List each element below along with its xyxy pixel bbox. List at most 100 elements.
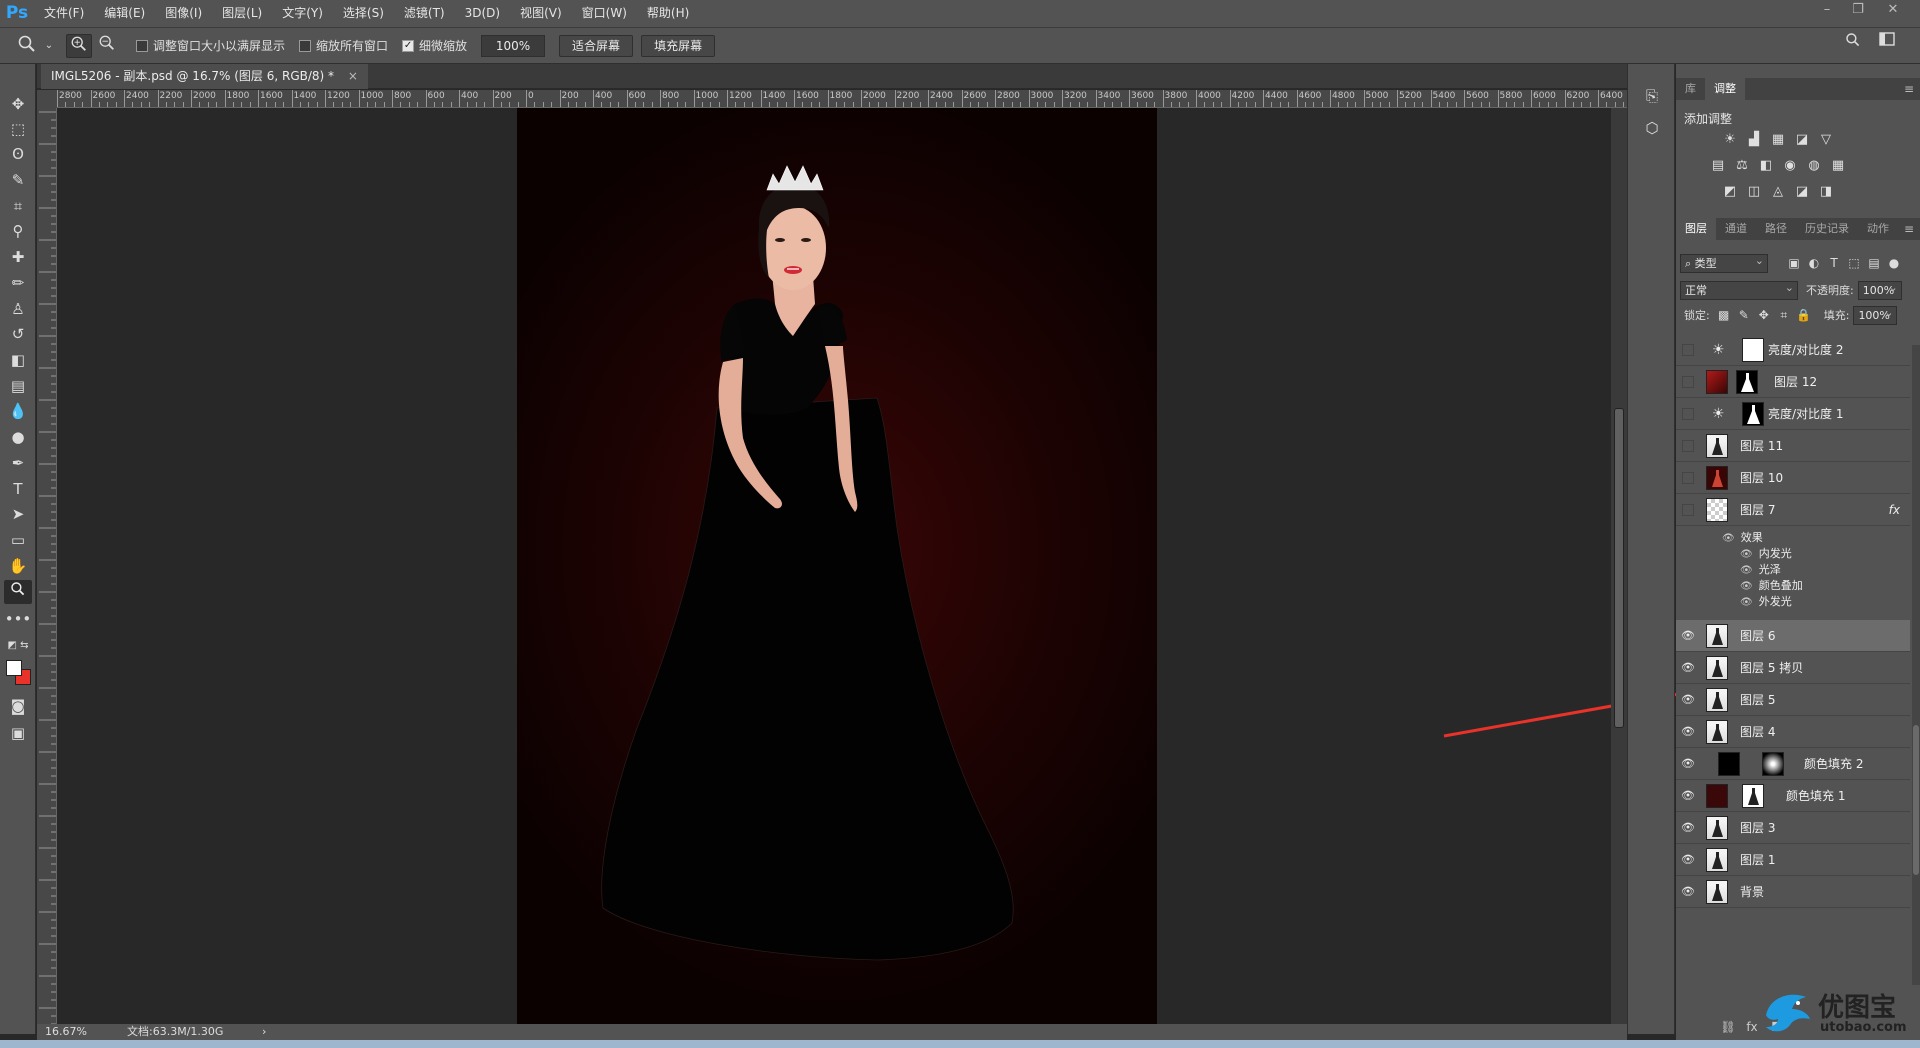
brightness-adjust-icon[interactable]: ☀ [1718, 130, 1742, 150]
brush-tool-icon[interactable]: ✏ [4, 271, 32, 295]
adjust-panel-menu-icon[interactable]: ≡ [1904, 78, 1914, 100]
layer-thumbnail[interactable] [1706, 880, 1728, 904]
layer-thumbnail[interactable] [1706, 498, 1728, 522]
zoom-out-icon[interactable] [94, 34, 120, 58]
visibility-eye-icon[interactable]: 👁 [1680, 884, 1696, 900]
layer-row[interactable]: 👁 图层 5 [1676, 684, 1910, 716]
tab-layers[interactable]: 图层 [1676, 218, 1716, 240]
layer-effects-fx-icon[interactable]: fx [1889, 494, 1900, 526]
visibility-eye-icon[interactable] [1682, 344, 1694, 356]
tab-libraries[interactable]: 库 [1676, 78, 1705, 100]
visibility-eye-icon[interactable]: 👁 [1680, 788, 1696, 804]
layer-mask-thumbnail[interactable] [1742, 338, 1764, 362]
restore-button[interactable]: ❐ [1843, 0, 1873, 22]
curves-adjust-icon[interactable]: ▦ [1766, 130, 1790, 150]
visibility-eye-icon[interactable]: 👁 [1680, 820, 1696, 836]
effect-item[interactable]: 👁 外发光 [1740, 594, 1792, 609]
shape-tool-icon[interactable]: ▭ [4, 528, 32, 552]
scrubby-zoom-box[interactable]: ✓ [402, 39, 415, 52]
zoom-tool-icon[interactable] [4, 580, 32, 604]
document-tab[interactable]: IMGL5206 - 副本.psd @ 16.7% (图层 6, RGB/8) … [41, 64, 368, 89]
layer-thumbnail[interactable] [1706, 434, 1728, 458]
layer-thumbnail[interactable] [1706, 370, 1728, 394]
layers-scroll-thumb[interactable] [1913, 725, 1919, 875]
fit-screen-button[interactable]: 适合屏幕 [559, 34, 634, 57]
visibility-eye-icon[interactable] [1682, 408, 1694, 420]
layer-row[interactable]: 图层 12 [1676, 366, 1910, 398]
default-colors-icon[interactable]: ◩ ⇆ [4, 634, 32, 658]
layer-row[interactable]: 👁 图层 1 [1676, 844, 1910, 876]
zoom-all-box[interactable] [299, 39, 312, 52]
lock-artboard-icon[interactable]: ⌗ [1774, 308, 1794, 323]
menu-layer[interactable]: 图层(L) [212, 0, 272, 27]
menu-image[interactable]: 图像(I) [155, 0, 212, 27]
layer-row[interactable]: 👁 图层 6 [1676, 620, 1910, 652]
visibility-eye-icon[interactable]: 👁 [1680, 660, 1696, 676]
zoom-tool-preset-icon[interactable] [14, 34, 40, 58]
menu-type[interactable]: 文字(Y) [272, 0, 333, 27]
gradient-map-adjust-icon[interactable]: ◨ [1814, 182, 1838, 202]
status-menu-arrow[interactable]: › [262, 1024, 266, 1040]
invert-adjust-icon[interactable]: ◩ [1718, 182, 1742, 202]
layer-thumbnail[interactable] [1706, 816, 1728, 840]
tab-history[interactable]: 历史记录 [1796, 218, 1858, 240]
pen-tool-icon[interactable]: ✒ [4, 451, 32, 475]
layers-panel-menu-icon[interactable]: ≡ [1904, 218, 1914, 240]
canvas-vertical-scrollbar[interactable] [1611, 108, 1627, 1026]
resize-windows-box[interactable] [136, 39, 148, 52]
search-icon[interactable] [1838, 32, 1868, 54]
layer-row[interactable]: 👁 图层 4 [1676, 716, 1910, 748]
filter-shape-icon[interactable]: ⬚ [1844, 256, 1864, 270]
selective-color-adjust-icon[interactable]: ◪ [1790, 182, 1814, 202]
healing-brush-icon[interactable]: ✚ [4, 245, 32, 269]
color-lookup-adjust-icon[interactable]: ▦ [1826, 156, 1850, 176]
quick-select-icon[interactable]: ✎ [4, 168, 32, 192]
tab-channels[interactable]: 通道 [1716, 218, 1756, 240]
layer-mask-thumbnail[interactable] [1742, 784, 1764, 808]
menu-edit[interactable]: 编辑(E) [94, 0, 155, 27]
zoom-in-icon[interactable] [66, 33, 92, 58]
layer-thumbnail[interactable] [1706, 720, 1728, 744]
close-tab-icon[interactable]: × [348, 69, 358, 83]
visibility-eye-icon[interactable] [1682, 440, 1694, 452]
minimize-button[interactable]: – [1812, 0, 1842, 22]
layer-thumbnail[interactable] [1706, 848, 1728, 872]
layer-mask-thumbnail[interactable] [1736, 370, 1758, 394]
visibility-eye-icon[interactable]: 👁 [1680, 692, 1696, 708]
effect-item[interactable]: 👁 颜色叠加 [1740, 578, 1803, 593]
status-zoom[interactable]: 16.67% [45, 1024, 87, 1040]
menu-file[interactable]: 文件(F) [34, 0, 94, 27]
eye-icon[interactable]: 👁 [1740, 549, 1753, 560]
eye-icon[interactable]: 👁 [1740, 581, 1753, 592]
lasso-tool-icon[interactable]: ʘ [4, 142, 32, 166]
exposure-adjust-icon[interactable]: ◪ [1790, 130, 1814, 150]
workspace-icon[interactable] [1872, 32, 1902, 54]
layer-row[interactable]: 👁 图层 3 [1676, 812, 1910, 844]
filter-type-icon[interactable]: T [1824, 256, 1844, 270]
visibility-eye-icon[interactable] [1682, 472, 1694, 484]
visibility-eye-icon[interactable] [1682, 376, 1694, 388]
visibility-eye-icon[interactable] [1682, 504, 1694, 516]
layer-row[interactable]: 图层 10 [1676, 462, 1910, 494]
gradient-tool-icon[interactable]: ▤ [4, 374, 32, 398]
layer-row[interactable]: ☀ 亮度/对比度 1 [1676, 398, 1910, 430]
canvas-area[interactable] [58, 108, 1611, 1026]
zoom-all-checkbox[interactable]: 缩放所有窗口 [299, 37, 388, 54]
visibility-eye-icon[interactable]: 👁 [1680, 628, 1696, 644]
menu-3d[interactable]: 3D(D) [455, 0, 510, 27]
layer-row[interactable]: 👁 图层 5 拷贝 [1676, 652, 1910, 684]
horizontal-ruler[interactable]: 2800 2600 2400 2200 2000 1800 1600 1400 1200 1000… [57, 90, 1627, 108]
layer-filter-select[interactable]: ⌕ 类型 [1680, 252, 1768, 273]
effect-item[interactable]: 👁 光泽 [1740, 562, 1781, 577]
close-button[interactable]: ✕ [1878, 0, 1908, 22]
layer-mask-thumbnail[interactable] [1762, 752, 1784, 776]
layer-row[interactable]: 👁 颜色填充 1 [1676, 780, 1910, 812]
eyedropper-tool-icon[interactable]: ⚲ [4, 219, 32, 243]
menu-help[interactable]: 帮助(H) [637, 0, 699, 27]
opacity-field[interactable]: 100% [1857, 279, 1902, 300]
layer-thumbnail[interactable] [1706, 624, 1728, 648]
blur-tool-icon[interactable]: 💧 [4, 399, 32, 423]
layer-row[interactable]: 图层 11 [1676, 430, 1910, 462]
link-layers-icon[interactable]: ⛓ [1716, 1020, 1740, 1034]
screen-mode-icon[interactable]: ▣ [4, 721, 32, 745]
